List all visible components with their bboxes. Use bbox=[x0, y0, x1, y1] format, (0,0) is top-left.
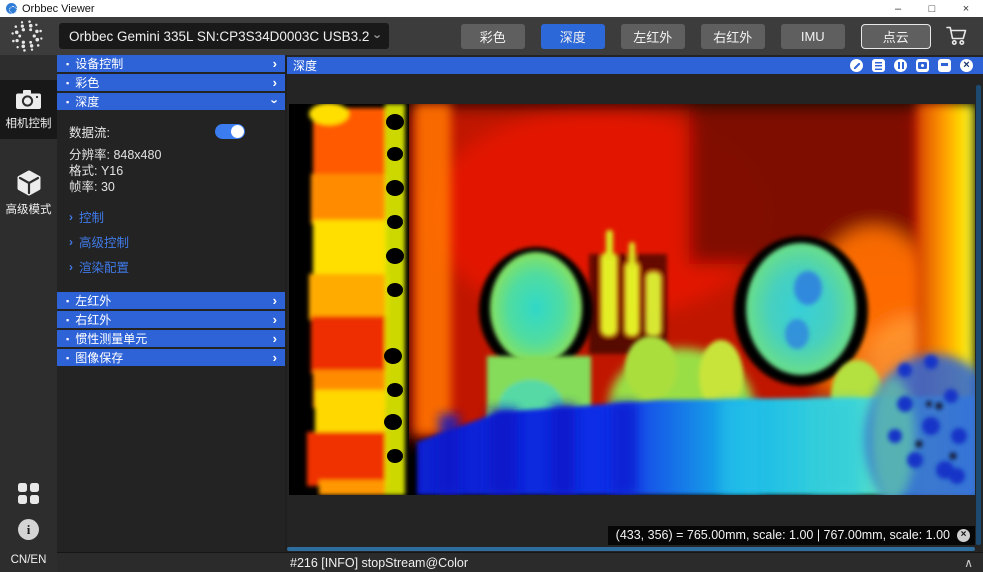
sidebar: 相机控制 高级模式 i CN/EN bbox=[0, 55, 57, 572]
pointcloud-stream-button[interactable]: 点云 bbox=[861, 24, 931, 49]
save-icon[interactable] bbox=[938, 59, 951, 72]
cube-icon bbox=[16, 170, 42, 196]
bullet-icon: ▪ bbox=[66, 78, 69, 88]
cart-icon[interactable] bbox=[945, 25, 969, 47]
bullet-icon: ▪ bbox=[66, 59, 69, 69]
minimize-button[interactable]: – bbox=[881, 3, 915, 15]
section-left-ir[interactable]: ▪ 左红外 › bbox=[57, 292, 285, 309]
bullet-icon: ▪ bbox=[66, 296, 69, 306]
link-render-config[interactable]: › 渲染配置 bbox=[69, 257, 273, 276]
bullet-icon: ▪ bbox=[66, 334, 69, 344]
section-depth[interactable]: ▪ 深度 › bbox=[57, 93, 285, 110]
left-ir-stream-button[interactable]: 左红外 bbox=[621, 24, 685, 49]
chevron-right-icon: › bbox=[273, 76, 277, 89]
status-close-icon[interactable]: × bbox=[957, 529, 970, 542]
sidebar-item-label: 高级模式 bbox=[6, 201, 52, 217]
chevron-right-icon: › bbox=[69, 210, 73, 224]
toggle-knob bbox=[231, 125, 244, 138]
depth-viewport: 深度 × bbox=[287, 55, 983, 552]
bullet-icon: ▪ bbox=[66, 315, 69, 325]
stream-label: 数据流: bbox=[69, 122, 110, 141]
color-stream-button[interactable]: 彩色 bbox=[461, 24, 525, 49]
camera-icon bbox=[15, 89, 42, 110]
section-label: 设备控制 bbox=[75, 55, 123, 72]
sidebar-bottom: i CN/EN bbox=[0, 483, 57, 566]
language-toggle[interactable]: CN/EN bbox=[11, 554, 47, 566]
grid-icon[interactable] bbox=[18, 483, 40, 505]
chevron-right-icon: › bbox=[273, 294, 277, 307]
titlebar: Orbbec Viewer – □ × bbox=[0, 0, 983, 17]
chevron-right-icon: › bbox=[69, 260, 73, 274]
section-image-save[interactable]: ▪ 图像保存 › bbox=[57, 349, 285, 366]
stream-buttons: 彩色 深度 左红外 右红外 IMU 点云 bbox=[461, 24, 931, 49]
section-color[interactable]: ▪ 彩色 › bbox=[57, 74, 285, 91]
pause-icon[interactable] bbox=[894, 59, 907, 72]
maximize-button[interactable]: □ bbox=[915, 3, 949, 15]
sidebar-item-advanced-mode[interactable]: 高级模式 bbox=[0, 161, 57, 225]
depth-stream-button[interactable]: 深度 bbox=[541, 24, 605, 49]
section-label: 深度 bbox=[75, 93, 99, 110]
log-message: #216 [INFO] stopStream@Color bbox=[290, 556, 468, 570]
link-label: 渲染配置 bbox=[79, 257, 129, 276]
close-button[interactable]: × bbox=[949, 3, 983, 15]
link-advanced-control[interactable]: › 高级控制 bbox=[69, 232, 273, 251]
sidebar-item-label: 相机控制 bbox=[6, 115, 52, 131]
chevron-right-icon: › bbox=[273, 57, 277, 70]
chevron-right-icon: › bbox=[273, 313, 277, 326]
bullet-icon: ▪ bbox=[66, 353, 69, 363]
pixel-status-text: (433, 356) = 765.00mm, scale: 1.00 | 767… bbox=[616, 528, 950, 542]
window-title: Orbbec Viewer bbox=[22, 3, 95, 15]
pen-icon[interactable] bbox=[850, 59, 863, 72]
chevron-down-icon: › bbox=[268, 99, 281, 103]
section-label: 右红外 bbox=[75, 311, 111, 328]
chevron-right-icon: › bbox=[273, 332, 277, 345]
section-label: 左红外 bbox=[75, 292, 111, 309]
viewport-header: 深度 × bbox=[287, 57, 983, 74]
resolution-value: 分辨率: 848x480 bbox=[69, 147, 273, 163]
section-right-ir[interactable]: ▪ 右红外 › bbox=[57, 311, 285, 328]
section-label: 彩色 bbox=[75, 74, 99, 91]
section-label: 惯性测量单元 bbox=[75, 330, 147, 347]
imu-stream-button[interactable]: IMU bbox=[781, 24, 845, 49]
vertical-scrollbar[interactable] bbox=[976, 85, 981, 545]
section-label: 图像保存 bbox=[75, 349, 123, 366]
device-selector-value: Orbbec Gemini 335L SN:CP3S34D0003C USB3.… bbox=[69, 29, 369, 44]
chevron-right-icon: › bbox=[273, 351, 277, 364]
format-value: 格式: Y16 bbox=[69, 163, 273, 179]
depth-section-body: 数据流: 分辨率: 848x480 格式: Y16 帧率: 30 › 控制 › … bbox=[57, 112, 285, 284]
close-icon[interactable]: × bbox=[960, 59, 973, 72]
chevron-down-icon: › bbox=[371, 34, 386, 38]
snapshot-icon[interactable] bbox=[916, 59, 929, 72]
viewport-header-icons: × bbox=[850, 59, 977, 72]
bullet-icon: ▪ bbox=[66, 97, 69, 107]
section-device-control[interactable]: ▪ 设备控制 › bbox=[57, 55, 285, 72]
metadata-icon[interactable] bbox=[872, 59, 885, 72]
link-label: 高级控制 bbox=[79, 232, 129, 251]
link-control[interactable]: › 控制 bbox=[69, 207, 273, 226]
orbbec-logo-icon bbox=[7, 16, 47, 56]
toolbar: Orbbec Gemini 335L SN:CP3S34D0003C USB3.… bbox=[0, 17, 983, 55]
chevron-right-icon: › bbox=[69, 235, 73, 249]
horizontal-scrollbar[interactable] bbox=[287, 547, 975, 551]
info-icon[interactable]: i bbox=[18, 519, 39, 540]
window-controls: – □ × bbox=[881, 0, 983, 17]
sidebar-item-camera-control[interactable]: 相机控制 bbox=[0, 80, 57, 139]
link-label: 控制 bbox=[79, 207, 104, 226]
control-panel: ▪ 设备控制 › ▪ 彩色 › ▪ 深度 › 数据流: 分辨率: 848x480… bbox=[57, 55, 285, 552]
device-selector[interactable]: Orbbec Gemini 335L SN:CP3S34D0003C USB3.… bbox=[59, 23, 389, 49]
pixel-status: (433, 356) = 765.00mm, scale: 1.00 | 767… bbox=[608, 526, 975, 545]
section-imu[interactable]: ▪ 惯性测量单元 › bbox=[57, 330, 285, 347]
right-ir-stream-button[interactable]: 右红外 bbox=[701, 24, 765, 49]
framerate-value: 帧率: 30 bbox=[69, 179, 273, 195]
viewport-title: 深度 bbox=[293, 57, 317, 74]
app-icon bbox=[6, 3, 17, 14]
log-expand-icon[interactable]: ∧ bbox=[964, 556, 973, 570]
stream-toggle[interactable] bbox=[215, 124, 245, 139]
log-bar: #216 [INFO] stopStream@Color ∧ bbox=[57, 552, 983, 572]
depth-image[interactable] bbox=[289, 104, 975, 495]
